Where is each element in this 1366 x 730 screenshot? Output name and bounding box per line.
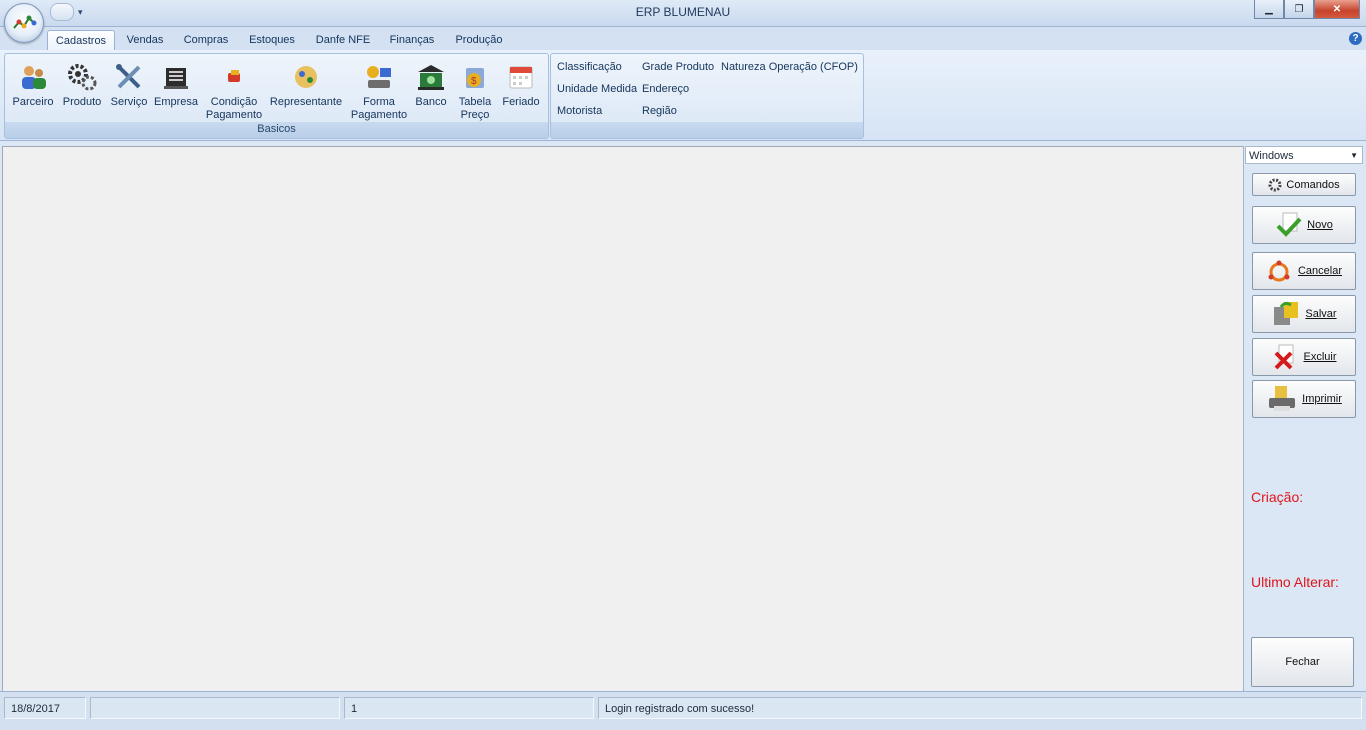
app-menu-button[interactable] bbox=[4, 3, 44, 43]
payment-condition-icon bbox=[219, 62, 249, 92]
banco-label: Banco bbox=[415, 96, 447, 108]
salvar-button[interactable]: Salvar bbox=[1252, 295, 1356, 333]
imprimir-label: Imprimir bbox=[1302, 393, 1342, 405]
group-cadastros-extra: Classificação Unidade Medida Motorista G… bbox=[550, 53, 864, 139]
svg-text:$: $ bbox=[471, 76, 477, 87]
servico-label: Serviço bbox=[110, 96, 148, 108]
condicao-pagamento-button[interactable]: Condição Pagamento bbox=[203, 62, 265, 122]
empresa-label: Empresa bbox=[153, 96, 199, 108]
chart-logo-icon bbox=[13, 15, 37, 29]
users-icon bbox=[18, 62, 48, 92]
gears-icon bbox=[67, 62, 97, 92]
tabela-preco-button[interactable]: $ Tabela Preço bbox=[453, 62, 497, 122]
windows-select[interactable]: Windows ▼ bbox=[1245, 146, 1363, 164]
servico-button[interactable]: Serviço bbox=[107, 62, 151, 109]
tab-vendas[interactable]: Vendas bbox=[119, 30, 171, 51]
gear-icon bbox=[1268, 178, 1282, 191]
excluir-button[interactable]: Excluir bbox=[1252, 338, 1356, 376]
windows-select-value: Windows bbox=[1249, 150, 1294, 162]
ribbon-tab-bar: Cadastros Vendas Compras Estoques Danfe … bbox=[0, 27, 1366, 52]
representante-label: Representante bbox=[269, 96, 343, 108]
chevron-down-icon[interactable]: ▼ bbox=[1350, 147, 1358, 165]
tab-danfe-nfe[interactable]: Danfe NFE bbox=[310, 30, 376, 51]
calendar-icon bbox=[506, 62, 536, 92]
comandos-label: Comandos bbox=[1286, 178, 1340, 191]
tab-producao[interactable]: Produção bbox=[448, 30, 510, 51]
tab-compras[interactable]: Compras bbox=[176, 30, 236, 51]
empresa-button[interactable]: Empresa bbox=[151, 62, 201, 109]
imprimir-button[interactable]: Imprimir bbox=[1252, 380, 1356, 418]
salvar-label: Salvar bbox=[1305, 308, 1337, 320]
help-icon[interactable]: ? bbox=[1349, 32, 1362, 45]
minimize-button[interactable]: ▁ bbox=[1254, 0, 1284, 19]
price-table-icon: $ bbox=[460, 62, 490, 92]
ribbon-panel: Parceiro Produto Serviço Empresa Condiçã… bbox=[0, 50, 1366, 141]
building-icon bbox=[161, 62, 191, 92]
mdi-work-area bbox=[2, 146, 1244, 692]
regiao-link[interactable]: Região bbox=[642, 105, 677, 117]
status-date: 18/8/2017 bbox=[4, 697, 86, 719]
checkmark-icon bbox=[1276, 212, 1302, 237]
motorista-link[interactable]: Motorista bbox=[557, 105, 602, 117]
forma-pagamento-button[interactable]: Forma Pagamento bbox=[349, 62, 409, 122]
ultimo-alterar-label: Ultimo Alterar: bbox=[1251, 574, 1339, 590]
payment-method-icon bbox=[364, 62, 394, 92]
close-button[interactable]: ✕ bbox=[1314, 0, 1360, 19]
tabela-label-line1: Tabela bbox=[458, 96, 492, 108]
window-controls: ▁ ❐ ✕ bbox=[1254, 0, 1360, 19]
classificacao-link[interactable]: Classificação bbox=[557, 61, 622, 73]
comandos-button[interactable]: Comandos bbox=[1252, 173, 1356, 196]
forma-label-line1: Forma bbox=[363, 96, 395, 108]
tabela-label-line2: Preço bbox=[460, 109, 490, 121]
condicao-label-line1: Condição bbox=[210, 96, 258, 108]
status-message: Login registrado com sucesso! bbox=[598, 697, 1362, 719]
save-disk-icon bbox=[1274, 301, 1299, 325]
excluir-label: Excluir bbox=[1303, 351, 1337, 363]
fechar-button[interactable]: Fechar bbox=[1251, 637, 1354, 687]
bank-icon bbox=[416, 62, 446, 92]
cancelar-button[interactable]: Cancelar bbox=[1252, 252, 1356, 290]
group-basicos-label: Basicos bbox=[5, 122, 548, 138]
tab-estoques[interactable]: Estoques bbox=[242, 30, 302, 51]
produto-label: Produto bbox=[62, 96, 102, 108]
cancelar-label: Cancelar bbox=[1297, 265, 1343, 277]
parceiro-label: Parceiro bbox=[12, 96, 54, 108]
forma-label-line2: Pagamento bbox=[350, 109, 408, 121]
representante-button[interactable]: Representante bbox=[267, 62, 345, 109]
feriado-button[interactable]: Feriado bbox=[499, 62, 543, 109]
group-basicos: Parceiro Produto Serviço Empresa Condiçã… bbox=[4, 53, 549, 139]
endereco-link[interactable]: Endereço bbox=[642, 83, 689, 95]
delete-x-icon bbox=[1275, 344, 1294, 370]
group-extra-label bbox=[551, 122, 863, 138]
banco-button[interactable]: Banco bbox=[411, 62, 451, 109]
tab-financas[interactable]: Finanças bbox=[383, 30, 441, 51]
window-title: ERP BLUMENAU bbox=[635, 5, 731, 19]
representative-icon bbox=[291, 62, 321, 92]
status-bar: 18/8/2017 1 Login registrado com sucesso… bbox=[0, 691, 1366, 730]
printer-icon bbox=[1269, 386, 1296, 411]
natureza-operacao-link[interactable]: Natureza Operação (CFOP) bbox=[721, 61, 858, 73]
novo-button[interactable]: Novo bbox=[1252, 206, 1356, 244]
status-cell-2 bbox=[90, 697, 340, 719]
criacao-label: Criação: bbox=[1251, 489, 1304, 505]
grade-produto-link[interactable]: Grade Produto bbox=[642, 61, 714, 73]
maximize-button[interactable]: ❐ bbox=[1284, 0, 1314, 19]
produto-button[interactable]: Produto bbox=[59, 62, 105, 109]
status-cell-3: 1 bbox=[344, 697, 594, 719]
fechar-label: Fechar bbox=[1285, 656, 1320, 668]
condicao-label-line2: Pagamento bbox=[205, 109, 263, 121]
feriado-label: Feriado bbox=[502, 96, 540, 108]
unidade-medida-link[interactable]: Unidade Medida bbox=[557, 83, 637, 95]
parceiro-button[interactable]: Parceiro bbox=[9, 62, 57, 109]
tab-cadastros[interactable]: Cadastros bbox=[47, 30, 115, 52]
novo-label: Novo bbox=[1307, 219, 1333, 231]
tools-icon bbox=[114, 62, 144, 92]
cancel-ring-icon bbox=[1268, 260, 1290, 282]
